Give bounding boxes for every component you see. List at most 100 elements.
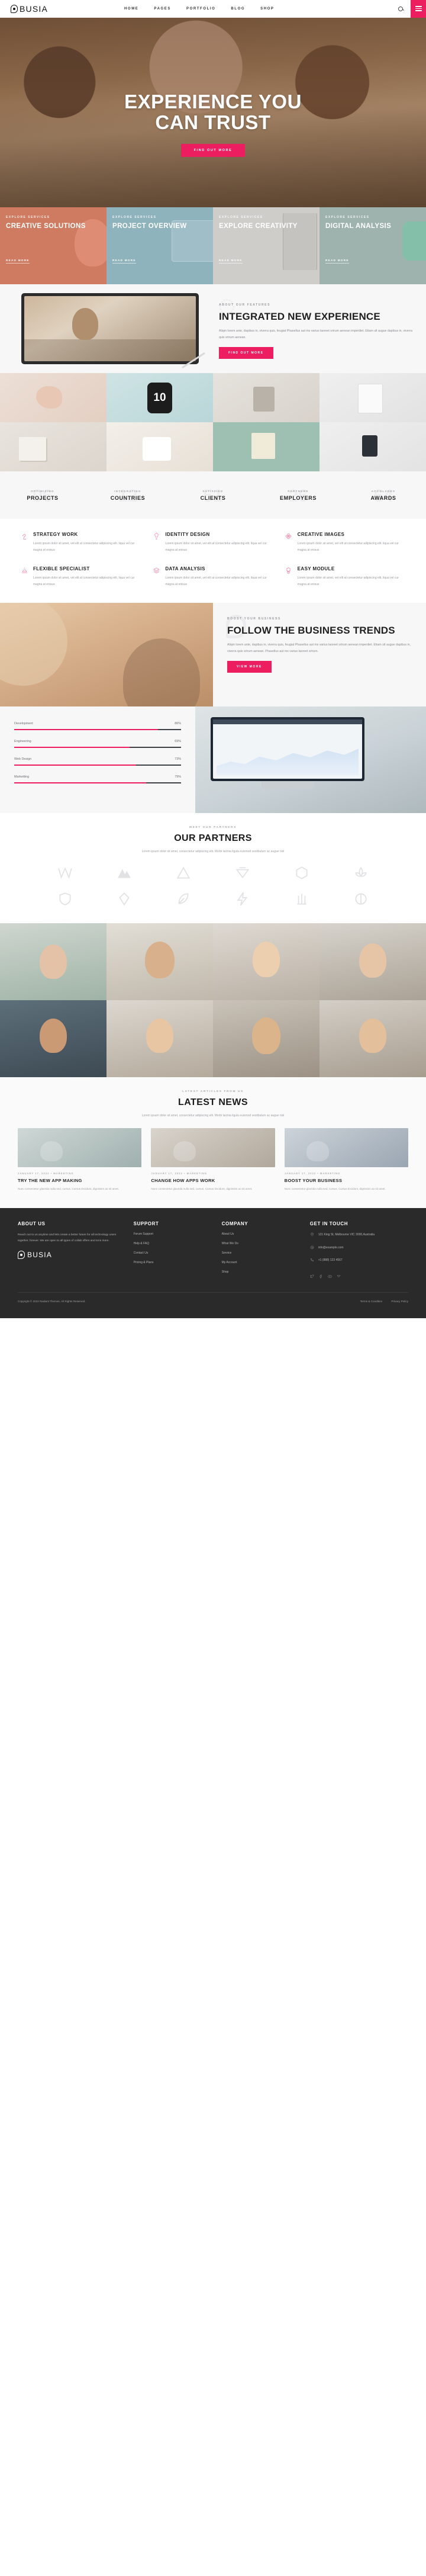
dashboard-area-chart	[217, 749, 359, 775]
card-readmore-link[interactable]: READ MORE	[112, 259, 136, 264]
footer-link-my-account[interactable]: My Account	[222, 1261, 301, 1264]
footer-phone-row[interactable]: +1 (888) 123 4567	[310, 1258, 408, 1265]
portfolio-mosaic	[0, 373, 426, 471]
news-subtitle: Lorem ipsum dolor sit amet, consectetur …	[141, 1114, 285, 1117]
partners-title: OUR PARTNERS	[174, 833, 252, 843]
footer-brand-logo[interactable]: BUSIA	[18, 1251, 124, 1260]
footer-link-service[interactable]: Service	[222, 1251, 301, 1255]
card-eyebrow: EXPLORE SERVICES	[325, 216, 370, 219]
email-at-icon	[310, 1245, 315, 1252]
service-card[interactable]: EXPLORE SERVICES CREATIVE SOLUTIONS READ…	[0, 207, 106, 284]
team-member-photo[interactable]	[213, 1000, 320, 1077]
flower-icon	[285, 532, 293, 541]
portfolio-tile[interactable]	[0, 373, 106, 422]
nav-item-shop[interactable]: SHOP	[260, 7, 274, 11]
portfolio-tile[interactable]	[320, 422, 426, 471]
service-item: STRATEGY WORK Lorem ipsum dolor sit amet…	[20, 532, 141, 553]
portfolio-tile[interactable]	[213, 422, 320, 471]
monitor-mockup	[211, 717, 364, 781]
footer-link-shop[interactable]: Shop	[222, 1270, 301, 1274]
dribbble-icon[interactable]	[337, 1271, 341, 1281]
portfolio-tile[interactable]	[0, 422, 106, 471]
footer-link-pricing-plans[interactable]: Pricing & Plans	[134, 1261, 212, 1264]
news-card-title[interactable]: CHANGE HOW APPS WORK	[151, 1178, 275, 1183]
privacy-link[interactable]: Privacy Policy	[391, 1300, 408, 1303]
portfolio-tile[interactable]	[106, 422, 213, 471]
news-card-title[interactable]: TRY THE NEW APP MAKING	[18, 1178, 141, 1183]
facebook-icon[interactable]	[319, 1271, 323, 1281]
brand-name: BUSIA	[20, 4, 49, 14]
feature-title: INTEGRATED NEW EXPERIENCE	[219, 311, 380, 322]
card-readmore-link[interactable]: READ MORE	[325, 259, 349, 264]
card-title: EXPLORE CREATIVITY	[219, 223, 298, 230]
card-readmore-link[interactable]: READ MORE	[6, 259, 30, 264]
feature-eyebrow: ABOUT OUR FEATURES	[219, 303, 271, 307]
landing-page: BUSIA HOME PAGES PORTFOLIO BLOG SHOP EXP…	[0, 0, 426, 1319]
nav-item-blog[interactable]: BLOG	[231, 7, 245, 11]
service-title: STRATEGY WORK	[33, 532, 78, 537]
team-member-photo[interactable]	[0, 1000, 106, 1077]
skill-label: Marketting	[14, 775, 30, 779]
team-member-photo[interactable]	[0, 923, 106, 1000]
service-card[interactable]: EXPLORE SERVICES DIGITAL ANALYSIS READ M…	[320, 207, 426, 284]
skill-track	[14, 729, 181, 730]
news-card[interactable]: JANUARY 17, 2022 • MARKETING BOOST YOUR …	[284, 1128, 408, 1191]
header-actions	[390, 0, 426, 18]
skill-value: 73%	[175, 757, 181, 761]
service-item: IDENTITY DESIGN Lorem ipsum dolor sit am…	[152, 532, 273, 553]
workspace-image	[195, 706, 426, 813]
twitter-icon[interactable]	[310, 1271, 314, 1281]
brand-logo[interactable]: BUSIA	[0, 4, 112, 14]
location-pin-icon	[310, 1232, 315, 1239]
footer-company: COMPANY About Us What We Do Service My A…	[222, 1221, 301, 1281]
footer-link-about-us[interactable]: About Us	[222, 1232, 301, 1236]
search-button[interactable]	[390, 0, 411, 18]
footer-email-row[interactable]: info@example.com	[310, 1245, 408, 1252]
team-member-photo[interactable]	[320, 1000, 426, 1077]
team-member-photo[interactable]	[106, 1000, 213, 1077]
service-card[interactable]: EXPLORE SERVICES EXPLORE CREATIVITY READ…	[213, 207, 320, 284]
stat-name: EMPLOYERS	[280, 494, 317, 501]
team-member-photo[interactable]	[320, 923, 426, 1000]
stat-name: CLIENTS	[200, 494, 226, 501]
portfolio-tile[interactable]	[213, 373, 320, 422]
nav-item-home[interactable]: HOME	[124, 7, 138, 11]
portfolio-tile[interactable]	[320, 373, 426, 422]
terms-link[interactable]: Terms & Condition	[360, 1300, 383, 1303]
portfolio-tile[interactable]	[106, 373, 213, 422]
hero-banner: EXPERIENCE YOU CAN TRUST FIND OUT MORE	[0, 18, 426, 207]
news-meta: JANUARY 17, 2022 • MARKETING	[284, 1172, 341, 1175]
team-member-photo[interactable]	[106, 923, 213, 1000]
trends-title: FOLLOW THE BUSINESS TRENDS	[227, 625, 395, 636]
feature-cta-button[interactable]: FIND OUT MORE	[219, 347, 273, 359]
hamburger-menu-button[interactable]	[411, 0, 426, 18]
footer-link-what-we-do[interactable]: What We Do	[222, 1242, 301, 1245]
news-card[interactable]: JANUARY 17, 2022 • MARKETING TRY THE NEW…	[18, 1128, 142, 1191]
nav-item-portfolio[interactable]: PORTFOLIO	[186, 7, 215, 11]
trends-cta-button[interactable]: VIEW MORE	[227, 661, 272, 673]
footer-link-contact-us[interactable]: Contact Us	[134, 1251, 212, 1255]
phone-icon	[310, 1258, 315, 1265]
footer-link-forum-support[interactable]: Forum Support	[134, 1232, 212, 1236]
service-text: Lorem ipsum dolor sit amet, vet elit at …	[297, 542, 399, 552]
nav-item-pages[interactable]: PAGES	[154, 7, 171, 11]
skill-label: Development	[14, 722, 33, 725]
chess-knight-icon	[20, 532, 28, 541]
youtube-icon[interactable]	[328, 1271, 332, 1281]
service-card[interactable]: EXPLORE SERVICES PROJECT OVERVIEW READ M…	[106, 207, 213, 284]
skill-fill	[14, 729, 158, 730]
footer-link-help-faq[interactable]: Help & FAQ	[134, 1242, 212, 1245]
card-readmore-link[interactable]: READ MORE	[219, 259, 243, 264]
skills-chart: Development 86% Engineering 69% Web Design…	[0, 706, 195, 813]
news-card[interactable]: JANUARY 17, 2022 • MARKETING CHANGE HOW …	[151, 1128, 275, 1191]
site-header: BUSIA HOME PAGES PORTFOLIO BLOG SHOP	[0, 0, 426, 18]
news-card-title[interactable]: BOOST YOUR BUSINESS	[285, 1178, 408, 1183]
partners-logos	[0, 864, 426, 908]
team-member-photo[interactable]	[213, 923, 320, 1000]
stat-name: AWARDS	[370, 494, 396, 501]
feature-content: ◌ ABOUT OUR FEATURES INTEGRATED NEW EXPE…	[218, 290, 417, 365]
card-title: CREATIVE SOLUTIONS	[6, 223, 86, 230]
news-thumbnail	[284, 1128, 408, 1167]
news-card-text: Nunc consectetur glavrida nulla sed, cur…	[18, 1187, 120, 1190]
hero-cta-button[interactable]: FIND OUT MORE	[180, 143, 246, 157]
